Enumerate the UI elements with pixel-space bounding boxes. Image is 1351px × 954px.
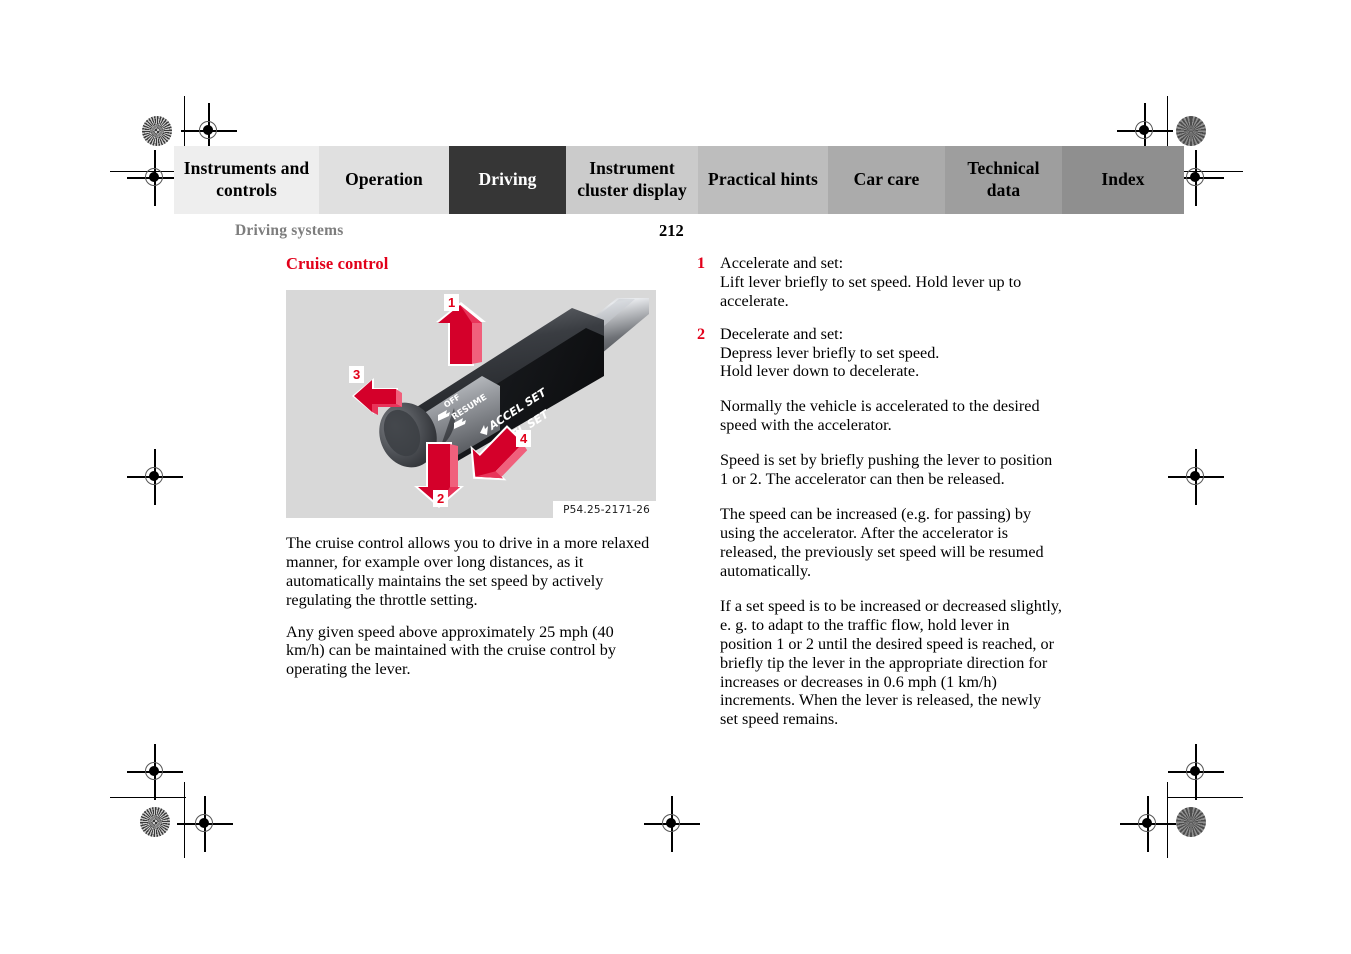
figure-callout-1: 1: [444, 294, 460, 311]
registration-crosshair: [644, 796, 700, 852]
right-paragraph: Normally the vehicle is accelerated to t…: [720, 397, 1040, 435]
tab-label: Practical hints: [708, 169, 818, 190]
tab-label: Technical data: [967, 158, 1040, 200]
right-column: 1 Accelerate and set: Lift lever briefly…: [697, 254, 1062, 729]
item-line: Decelerate and set:: [720, 324, 844, 343]
registration-crosshair: [127, 744, 183, 800]
tab-practical-hints[interactable]: Practical hints: [698, 146, 828, 214]
tab-label: Instruments and controls: [183, 158, 310, 200]
tab-instruments-and-controls[interactable]: Instruments and controls: [174, 146, 319, 214]
tab-label: Index: [1101, 169, 1145, 190]
registration-crosshair: [1120, 796, 1176, 852]
tab-car-care[interactable]: Car care: [828, 146, 945, 214]
item-number: 1: [697, 254, 706, 272]
printer-registration-marks: [0, 0, 1351, 954]
tab-instrument-cluster-display[interactable]: Instrument cluster display: [566, 146, 698, 214]
right-paragraph: If a set speed is to be increased or dec…: [720, 597, 1062, 729]
numbered-item: 2 Decelerate and set: Depress lever brie…: [697, 325, 1062, 382]
item-line: Accelerate and set:: [720, 254, 844, 272]
halftone-star-target: [1176, 807, 1206, 837]
item-number: 2: [697, 324, 706, 343]
figure-callout-2: 2: [433, 490, 449, 507]
left-paragraph: The cruise control allows you to drive i…: [286, 534, 650, 609]
right-paragraph: The speed can be increased (e.g. for pas…: [720, 505, 1044, 580]
item-line: Lift lever briefly to set speed. Hold le…: [720, 272, 1022, 310]
registration-crosshair: [1168, 744, 1224, 800]
right-paragraph: Speed is set by briefly pushing the leve…: [720, 451, 1053, 489]
arrow-1-up: [436, 302, 486, 366]
tab-index[interactable]: Index: [1062, 146, 1184, 214]
trim-line: [1167, 782, 1168, 858]
figure-caption: P54.25-2171-26: [553, 501, 656, 518]
trim-line: [184, 782, 185, 858]
tab-label: Operation: [345, 169, 423, 190]
chapter-tab-bar[interactable]: Instruments and controls Operation Drivi…: [174, 146, 1184, 214]
numbered-item: 1 Accelerate and set: Lift lever briefly…: [697, 254, 1062, 311]
tab-label: Instrument cluster display: [577, 158, 687, 200]
left-paragraph: Any given speed above approximately 25 m…: [286, 622, 616, 679]
halftone-star-target: [142, 116, 172, 146]
halftone-star-target: [140, 807, 170, 837]
figure-callout-3: 3: [349, 366, 365, 383]
item-line: Hold lever down to decelerate.: [720, 362, 920, 381]
trim-line: [1167, 797, 1243, 798]
registration-crosshair: [1168, 449, 1224, 505]
figure-callout-4: 4: [516, 430, 532, 447]
running-head: Driving systems: [235, 222, 344, 239]
left-column: Cruise control OFF RESUME ACCEL SET SET …: [286, 254, 656, 679]
registration-crosshair: [177, 796, 233, 852]
item-line: Depress lever briefly to set speed.: [720, 343, 940, 362]
tab-driving[interactable]: Driving: [449, 146, 566, 214]
registration-crosshair: [127, 449, 183, 505]
page-number: 212: [659, 221, 684, 240]
halftone-star-target: [1176, 116, 1206, 146]
tab-label: Driving: [478, 169, 537, 190]
section-title: Cruise control: [286, 254, 389, 273]
tab-operation[interactable]: Operation: [319, 146, 449, 214]
tab-technical-data[interactable]: Technical data: [945, 146, 1062, 214]
cruise-control-lever-illustration: OFF RESUME ACCEL SET DECEL SET: [286, 290, 656, 518]
tab-label: Car care: [853, 169, 920, 190]
trim-line: [110, 797, 186, 798]
lever-diagram: OFF RESUME ACCEL SET DECEL SET: [352, 298, 649, 508]
